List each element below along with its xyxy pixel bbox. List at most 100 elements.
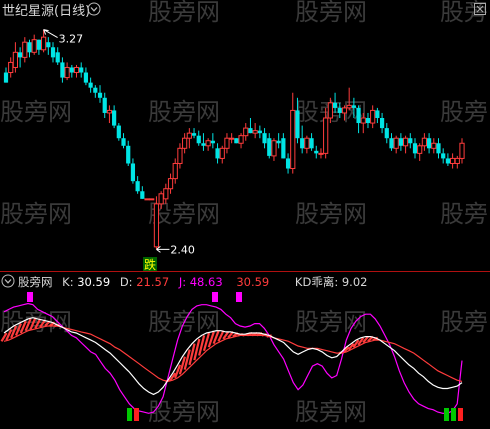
candle-body [191, 133, 197, 136]
overbought-marker [27, 292, 33, 302]
candle-body [18, 52, 23, 58]
watermark-text: 股旁网 [0, 98, 72, 126]
candle-body [64, 66, 70, 79]
watermark-text: 股旁网 [295, 398, 367, 425]
high-price-label: 3.27 [59, 33, 84, 46]
candle-body [459, 142, 465, 159]
candle-body [177, 147, 183, 164]
watermark-text: 股旁网 [440, 308, 490, 336]
watermark-text: 股旁网 [440, 98, 490, 126]
candle-body [238, 135, 244, 144]
candle-body [248, 128, 253, 134]
candle-body [12, 51, 19, 68]
extra-value: 30.59 [236, 275, 269, 289]
watermark-text: 股旁网 [148, 98, 220, 126]
chart-canvas: 股旁网股旁网股旁网股旁网股旁网股旁网股旁网股旁网股旁网股旁网股旁网股旁网股旁网股… [0, 0, 490, 426]
candle-body [318, 152, 324, 155]
candle-body [41, 36, 47, 51]
candle-body [196, 135, 201, 144]
candle-body [341, 107, 348, 114]
candle-body [88, 82, 93, 88]
candle-body [323, 117, 329, 154]
candle-body [36, 39, 42, 50]
candle-body [55, 52, 60, 63]
candle-body [267, 138, 272, 156]
indicator-name: 股旁网 [18, 275, 53, 289]
candle-body [445, 158, 450, 164]
candle-body [436, 143, 441, 154]
candle-body [393, 137, 399, 149]
candle-body [50, 47, 56, 58]
candle-body [102, 97, 107, 113]
candle-body [426, 138, 432, 149]
candle-body [370, 109, 376, 124]
candle-body [167, 178, 174, 190]
candle-body [210, 140, 215, 144]
watermark-text: 股旁网 [148, 398, 220, 425]
candle-body [116, 125, 121, 139]
candle-body [398, 138, 403, 146]
candle-body [379, 118, 385, 129]
candle [149, 198, 155, 201]
candle-body [271, 140, 277, 157]
candle-body [314, 150, 319, 154]
candle-body [8, 61, 14, 74]
oversold-marker [451, 408, 456, 421]
indicator-legend: 股旁网 K: 30.59 D: 21.57 J: 48.63 30.59 KD乖… [18, 275, 367, 289]
candle [144, 198, 150, 201]
watermark-text: 股旁网 [295, 308, 367, 336]
candle-body [149, 198, 155, 201]
candle-body [121, 138, 126, 146]
candle-body [356, 107, 361, 124]
candle-body [27, 42, 32, 53]
divergence-label: KD乖离: [295, 275, 342, 289]
candle-body [158, 193, 164, 205]
candle-body [351, 105, 356, 108]
candle-body [332, 102, 338, 108]
candle-body [144, 198, 150, 201]
candle-body [454, 157, 460, 164]
low-price-label: 2.40 [170, 243, 195, 256]
candle-body [22, 41, 28, 58]
candle-body [153, 203, 160, 248]
candle-body [130, 163, 136, 182]
oversold-marker [127, 408, 132, 421]
oversold-marker [444, 408, 449, 421]
candle-body [60, 62, 65, 78]
candle-body [229, 137, 235, 140]
candle-body [140, 191, 145, 199]
candle-body [384, 128, 389, 139]
k-value: 30.59 [77, 275, 110, 289]
candle-body [304, 137, 310, 149]
candle-body [412, 143, 418, 154]
candle-body [309, 138, 314, 149]
candle-body [337, 107, 342, 113]
candle-body [163, 188, 169, 200]
candle-body [172, 162, 178, 180]
candle-body [375, 110, 380, 118]
chart-background [0, 0, 490, 425]
overbought-marker [212, 292, 218, 302]
candle-body [215, 148, 220, 159]
watermark-text: 股旁网 [148, 0, 220, 26]
candle-body [389, 138, 394, 149]
overbought-marker [236, 292, 242, 302]
watermark-text: 股旁网 [440, 200, 490, 228]
candle-body [295, 110, 300, 139]
candle-body [205, 140, 211, 147]
candle-body [252, 130, 258, 134]
candle [234, 138, 239, 144]
candle-body [402, 137, 409, 147]
chart-title: 世纪星源(日线) [2, 4, 90, 19]
candle-body [365, 118, 371, 124]
candle-body [327, 102, 333, 119]
candle-body [276, 140, 281, 144]
signal-label: 跌 [144, 257, 156, 272]
candle-body [257, 130, 262, 134]
candle-body [219, 147, 225, 159]
d-label: D: [120, 275, 136, 289]
candle-body [182, 137, 188, 149]
candle-body [201, 143, 206, 146]
oversold-marker [134, 408, 139, 421]
candle-body [441, 153, 446, 159]
